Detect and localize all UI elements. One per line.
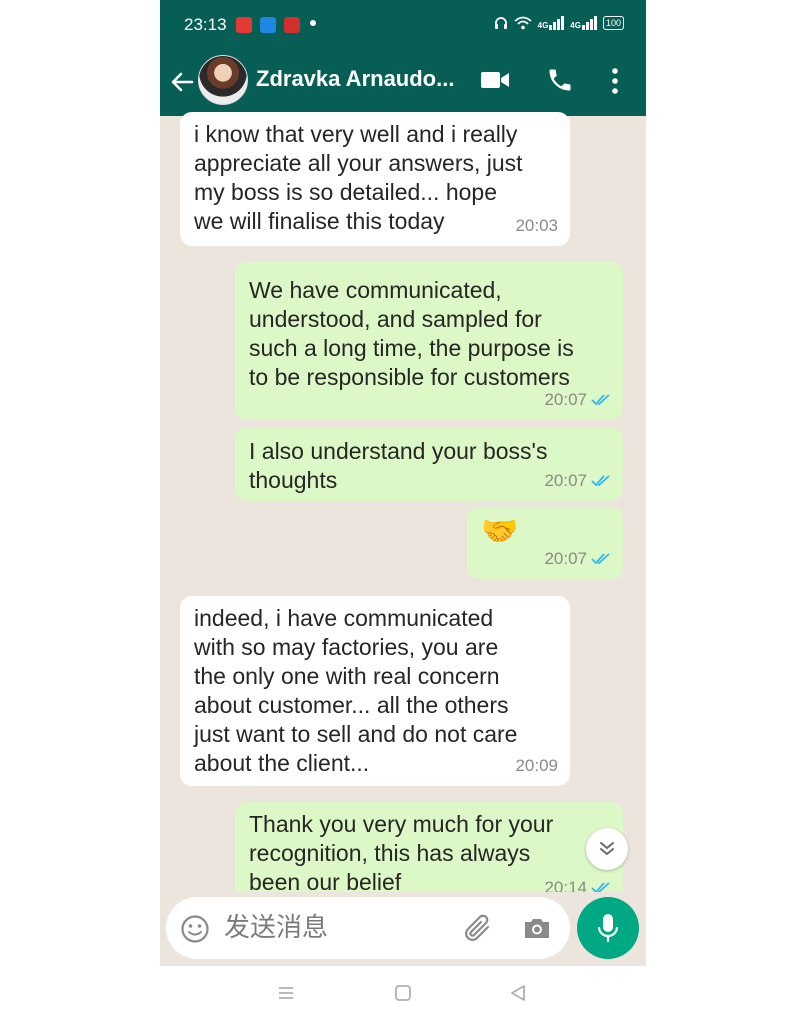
status-bar: 23:13 4G 4G 100 — [160, 0, 646, 50]
message-meta: 20:03 — [515, 211, 558, 240]
chat-header: Zdravka Arnaudo... — [160, 50, 646, 116]
home-icon[interactable] — [394, 984, 412, 1002]
status-time: 23:13 — [184, 15, 227, 34]
message-meta: 20:14 — [544, 873, 611, 892]
headset-icon — [494, 17, 507, 29]
message-time: 20:09 — [515, 756, 558, 775]
microphone-icon — [597, 914, 619, 942]
phone-call-icon[interactable] — [546, 66, 574, 94]
back-triangle-icon[interactable] — [509, 984, 527, 1002]
notification-dot-icon — [310, 20, 316, 26]
message-bubble-incoming[interactable]: i know that very well and i really appre… — [180, 112, 570, 246]
blue-app-icon — [260, 17, 276, 33]
back-arrow-icon[interactable] — [168, 68, 196, 96]
emoji-icon[interactable] — [180, 914, 210, 944]
message-meta: 20:07 — [544, 385, 611, 414]
message-meta: 20:07 — [544, 544, 611, 573]
message-text: i know that very well and i really appre… — [194, 121, 523, 234]
message-bubble-outgoing[interactable]: 🤝 20:07 — [467, 507, 623, 579]
system-navigation-bar — [160, 966, 646, 1024]
more-options-icon[interactable] — [608, 66, 622, 96]
phone-screen: 23:13 4G 4G 100 Zdravka Arnaudo... i kno… — [160, 0, 646, 966]
message-bubble-outgoing[interactable]: We have communicated, understood, and sa… — [235, 262, 623, 420]
read-receipt-icon — [591, 881, 610, 892]
voice-message-button[interactable] — [577, 897, 639, 959]
message-meta: 20:07 — [544, 466, 611, 495]
message-time: 20:07 — [544, 390, 587, 409]
status-indicators: 4G 4G 100 — [494, 16, 624, 30]
message-meta: 20:09 — [515, 751, 558, 780]
contact-name[interactable]: Zdravka Arnaudo... — [256, 66, 461, 92]
contact-avatar[interactable] — [198, 55, 248, 105]
wifi-icon — [514, 16, 532, 30]
message-bubble-outgoing[interactable]: Thank you very much for your recognition… — [235, 802, 623, 892]
message-bubble-incoming[interactable]: indeed, i have communicated with so may … — [180, 596, 570, 786]
message-bubble-outgoing[interactable]: I also understand your boss's thoughts 2… — [235, 427, 623, 501]
read-receipt-icon — [591, 474, 610, 486]
camera-icon[interactable] — [522, 914, 552, 942]
scroll-to-bottom-button[interactable] — [586, 828, 628, 870]
cellular-signal-icon: 4G — [538, 16, 565, 30]
message-time: 20:07 — [544, 549, 587, 568]
message-composer — [166, 897, 570, 959]
message-input[interactable] — [224, 910, 444, 946]
read-receipt-icon — [591, 393, 610, 405]
message-text: indeed, i have communicated with so may … — [194, 605, 518, 776]
red-app-icon-2 — [284, 17, 300, 33]
message-time: 20:03 — [515, 216, 558, 235]
cellular-signal-icon-2: 4G — [570, 16, 597, 30]
read-receipt-icon — [591, 552, 610, 564]
message-text: We have communicated, understood, and sa… — [249, 277, 574, 390]
attachment-paperclip-icon[interactable] — [462, 913, 494, 943]
double-chevron-down-icon — [600, 842, 614, 855]
recent-apps-icon[interactable] — [277, 984, 295, 1002]
video-call-icon[interactable] — [480, 69, 510, 91]
message-time: 20:07 — [544, 471, 587, 490]
red-app-icon — [236, 17, 252, 33]
message-time: 20:14 — [544, 878, 587, 892]
battery-icon: 100 — [602, 16, 624, 30]
